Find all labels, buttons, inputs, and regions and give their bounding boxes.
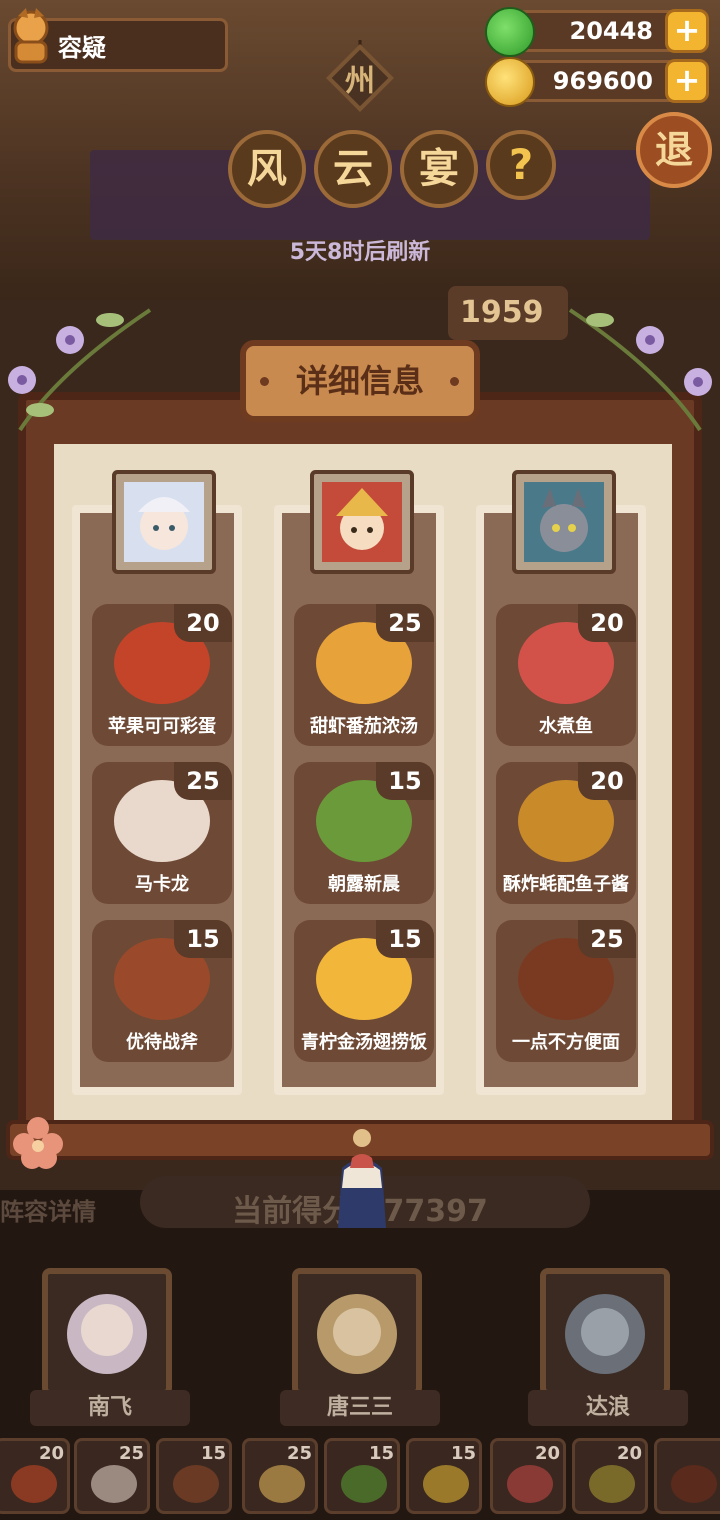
character-face-icon	[524, 482, 604, 562]
coin-value: 969600	[552, 67, 653, 95]
flower-decoration-icon	[568, 308, 712, 432]
dish-score: 15	[174, 920, 232, 958]
title-char: 宴	[400, 130, 478, 208]
dish-icon	[91, 1465, 137, 1503]
dish-score: 20	[578, 604, 636, 642]
green-gem-icon	[485, 7, 535, 57]
character-name: 达浪	[528, 1390, 688, 1426]
dish-score: 25	[174, 762, 232, 800]
mini-dish-score: 15	[368, 1443, 394, 1464]
dish-name: 酥炸蚝配鱼子酱	[503, 874, 629, 895]
character-face-icon	[124, 482, 204, 562]
mini-dish-score: 25	[118, 1443, 144, 1464]
dish-score: 20	[174, 604, 232, 642]
character-portrait[interactable]	[314, 474, 410, 570]
modal-title: 详细信息	[295, 362, 424, 400]
mini-dish-score: 15	[450, 1443, 476, 1464]
gem-value: 20448	[569, 17, 654, 45]
dish-name: 马卡龙	[135, 874, 189, 895]
dish-card[interactable]: 25 一点不方便面	[496, 920, 636, 1062]
player-name: 容疑	[58, 34, 106, 62]
dish-icon	[341, 1465, 387, 1503]
mini-dish-score: 20	[38, 1443, 64, 1464]
dish-card[interactable]: 20 苹果可可彩蛋	[92, 604, 232, 746]
dish-icon	[173, 1465, 219, 1503]
character-portrait-icon	[67, 1294, 147, 1374]
dish-score: 15	[376, 762, 434, 800]
player-avatar-icon[interactable]	[4, 6, 58, 64]
dish-card[interactable]: 20 酥炸蚝配鱼子酱	[496, 762, 636, 904]
dish-name: 朝露新晨	[328, 874, 400, 895]
mini-dish-slot[interactable]: 15	[156, 1438, 232, 1514]
dish-card[interactable]: 15 青柠金汤翅捞饭	[294, 920, 434, 1062]
mini-dish-slot[interactable]: 20	[572, 1438, 648, 1514]
dish-card[interactable]: 25 甜虾番茄浓汤	[294, 604, 434, 746]
tassel-close-icon[interactable]	[322, 1128, 402, 1228]
character-portrait[interactable]	[116, 474, 212, 570]
character-portrait[interactable]	[516, 474, 612, 570]
dish-icon	[423, 1465, 469, 1503]
coin-icon	[485, 57, 535, 107]
dish-icon	[589, 1465, 635, 1503]
background-score-badge: 1959	[448, 286, 568, 340]
character-card[interactable]	[42, 1268, 172, 1396]
mini-dish-slot[interactable]	[654, 1438, 720, 1514]
dish-score: 25	[578, 920, 636, 958]
dish-card[interactable]: 15 优待战斧	[92, 920, 232, 1062]
dish-name: 水煮鱼	[539, 716, 593, 737]
character-portrait-icon	[317, 1294, 397, 1374]
flower-decoration-icon	[8, 308, 152, 432]
add-coin-button[interactable]: +	[665, 59, 709, 103]
refresh-countdown: 5天8时后刷新	[289, 240, 431, 265]
mini-dish-score: 20	[534, 1443, 560, 1464]
exit-button[interactable]: 退	[636, 112, 712, 188]
dish-name: 一点不方便面	[512, 1032, 620, 1053]
mini-dish-score: 20	[616, 1443, 642, 1464]
mini-dish-score: 25	[286, 1443, 312, 1464]
character-card[interactable]	[540, 1268, 670, 1396]
dish-icon	[507, 1465, 553, 1503]
dish-icon	[671, 1465, 717, 1503]
coin-counter: 969600 +	[485, 57, 709, 107]
dish-icon	[11, 1465, 57, 1503]
dish-name: 甜虾番茄浓汤	[310, 716, 418, 737]
mini-dish-slot[interactable]: 20	[490, 1438, 566, 1514]
character-portrait-icon	[565, 1294, 645, 1374]
add-gem-button[interactable]: +	[665, 9, 709, 53]
character-card[interactable]	[292, 1268, 422, 1396]
mini-dish-score: 15	[200, 1443, 226, 1464]
title-char: 云	[314, 130, 392, 208]
dish-card[interactable]: 20 水煮鱼	[496, 604, 636, 746]
dish-name: 青柠金汤翅捞饭	[301, 1032, 427, 1053]
dish-card[interactable]: 15 朝露新晨	[294, 762, 434, 904]
mini-dish-slot[interactable]: 25	[74, 1438, 150, 1514]
dish-score: 20	[578, 762, 636, 800]
background-lineup-label: 阵容详情	[0, 1198, 96, 1226]
dish-card[interactable]: 25 马卡龙	[92, 762, 232, 904]
dish-score: 25	[376, 604, 434, 642]
character-name: 唐三三	[280, 1390, 440, 1426]
character-face-icon	[322, 482, 402, 562]
mini-dish-slot[interactable]: 15	[406, 1438, 482, 1514]
blossom-icon	[13, 1117, 63, 1169]
character-name: 南飞	[30, 1390, 190, 1426]
help-button[interactable]: ?	[486, 130, 556, 200]
mini-dish-slot[interactable]: 20	[0, 1438, 70, 1514]
title-char: 风	[228, 130, 306, 208]
dish-score: 15	[376, 920, 434, 958]
gem-counter: 20448 +	[485, 7, 709, 57]
mini-dish-slot[interactable]: 25	[242, 1438, 318, 1514]
mini-dish-slot[interactable]: 15	[324, 1438, 400, 1514]
dish-icon	[259, 1465, 305, 1503]
province-sign-text: 州	[345, 64, 375, 99]
dish-name: 优待战斧	[126, 1032, 198, 1053]
dish-name: 苹果可可彩蛋	[108, 716, 216, 737]
